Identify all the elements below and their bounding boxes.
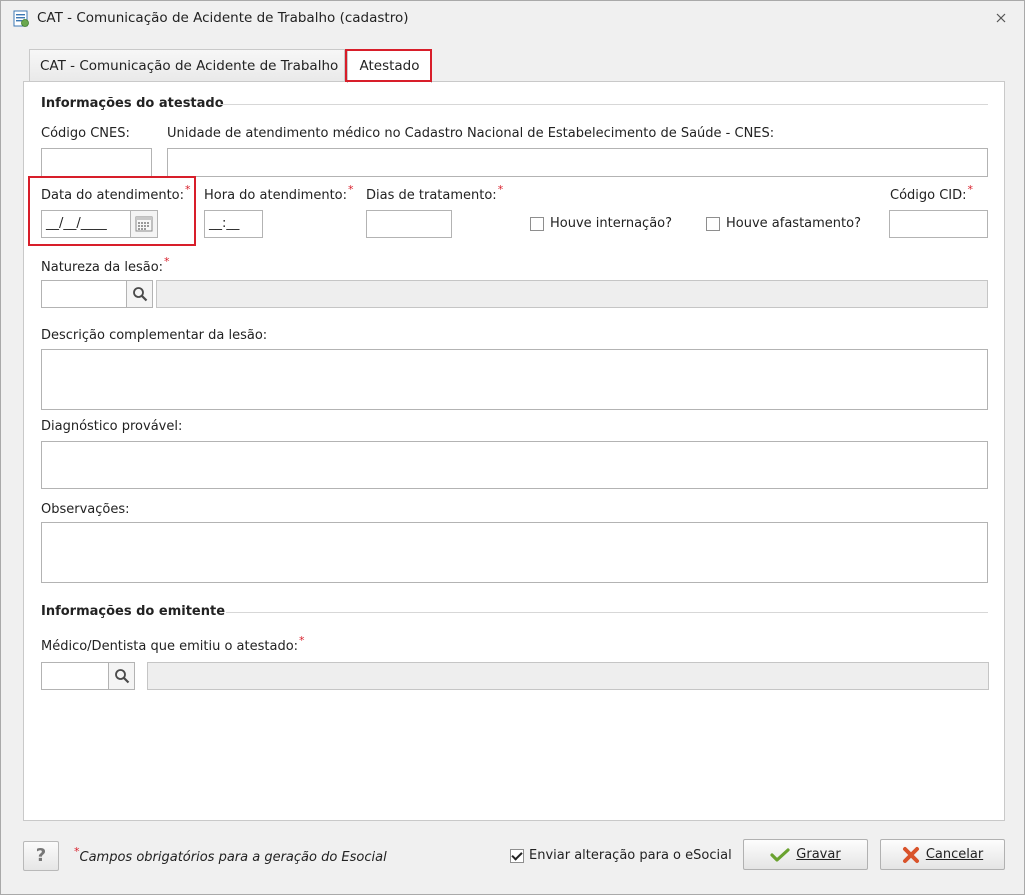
section-title-emitente: Informações do emitente [41, 604, 226, 619]
title-bar: CAT - Comunicação de Acidente de Trabalh… [1, 1, 1024, 37]
observacoes-textarea[interactable] [41, 522, 988, 583]
tab-atestado[interactable]: Atestado [347, 49, 432, 83]
checkmark-icon [770, 847, 790, 862]
internacao-label: Houve internação? [550, 216, 673, 231]
calendar-button[interactable] [131, 210, 158, 238]
hora-atendimento-label: Hora do atendimento:* [204, 183, 354, 203]
cancelar-button[interactable]: Cancelar [880, 839, 1005, 870]
calendar-icon [135, 216, 153, 232]
codigo-cid-label: Código CID:* [890, 183, 974, 203]
data-atendimento-label: Data do atendimento:* [41, 183, 191, 203]
codigo-cid-input[interactable] [889, 210, 988, 238]
unidade-label: Unidade de atendimento médico no Cadastr… [167, 126, 775, 141]
natureza-search-button[interactable] [127, 280, 153, 308]
required-mark: * [299, 634, 305, 647]
afastamento-checkbox[interactable] [706, 217, 720, 231]
cat-dialog-window: CAT - Comunicação de Acidente de Trabalh… [0, 0, 1025, 895]
tab-cat-label: CAT - Comunicação de Acidente de Trabalh… [40, 58, 339, 74]
app-icon [13, 10, 29, 27]
tab-panel-atestado: Informações do atestado Código CNES: Uni… [23, 81, 1005, 821]
cancel-x-icon [902, 846, 919, 863]
required-mark: * [497, 183, 504, 196]
natureza-lesao-description [156, 280, 988, 308]
cancelar-label: Cancelar [925, 847, 984, 862]
window-title: CAT - Comunicação de Acidente de Trabalh… [37, 10, 409, 26]
section-divider [226, 612, 988, 613]
medico-description [147, 662, 989, 690]
dias-tratamento-input[interactable] [366, 210, 452, 238]
medico-label: Médico/Dentista que emitiu o atestado:* [41, 634, 305, 654]
codigo-cnes-label: Código CNES: [41, 126, 130, 141]
required-mark: * [74, 845, 80, 858]
diagnostico-textarea[interactable] [41, 441, 988, 489]
descricao-lesao-textarea[interactable] [41, 349, 988, 410]
medico-search-button[interactable] [109, 662, 135, 690]
observacoes-label: Observações: [41, 502, 130, 517]
search-icon [132, 287, 147, 302]
hora-atendimento-input[interactable]: __:__ [204, 210, 263, 238]
required-mark: * [164, 255, 170, 268]
close-icon[interactable] [994, 11, 1008, 25]
data-atendimento-input[interactable]: __/__/____ [41, 210, 131, 238]
required-mark: * [348, 183, 354, 196]
tab-atestado-label: Atestado [359, 58, 420, 74]
required-fields-note: *Campos obrigatórios para a geração do E… [74, 845, 387, 865]
dias-tratamento-label: Dias de tratamento:* [366, 183, 504, 203]
tab-cat[interactable]: CAT - Comunicação de Acidente de Trabalh… [29, 49, 345, 82]
natureza-lesao-code-input[interactable] [41, 280, 127, 308]
esocial-checkbox[interactable] [510, 849, 524, 863]
search-icon [114, 669, 129, 684]
gravar-label: Gravar [796, 847, 841, 862]
diagnostico-label: Diagnóstico provável: [41, 419, 183, 434]
section-title-atestado: Informações do atestado [41, 96, 224, 111]
codigo-cnes-input[interactable] [41, 148, 152, 177]
natureza-lesao-label: Natureza da lesão:* [41, 255, 170, 275]
afastamento-label: Houve afastamento? [726, 216, 861, 231]
esocial-label: Enviar alteração para o eSocial [529, 848, 732, 863]
descricao-lesao-label: Descrição complementar da lesão: [41, 328, 268, 343]
section-divider [220, 104, 988, 105]
required-mark: * [967, 183, 974, 196]
internacao-checkbox[interactable] [530, 217, 544, 231]
medico-code-input[interactable] [41, 662, 109, 690]
required-mark: * [185, 183, 191, 196]
unidade-input[interactable] [167, 148, 988, 177]
help-button[interactable]: ? [23, 841, 59, 871]
gravar-button[interactable]: Gravar [743, 839, 868, 870]
